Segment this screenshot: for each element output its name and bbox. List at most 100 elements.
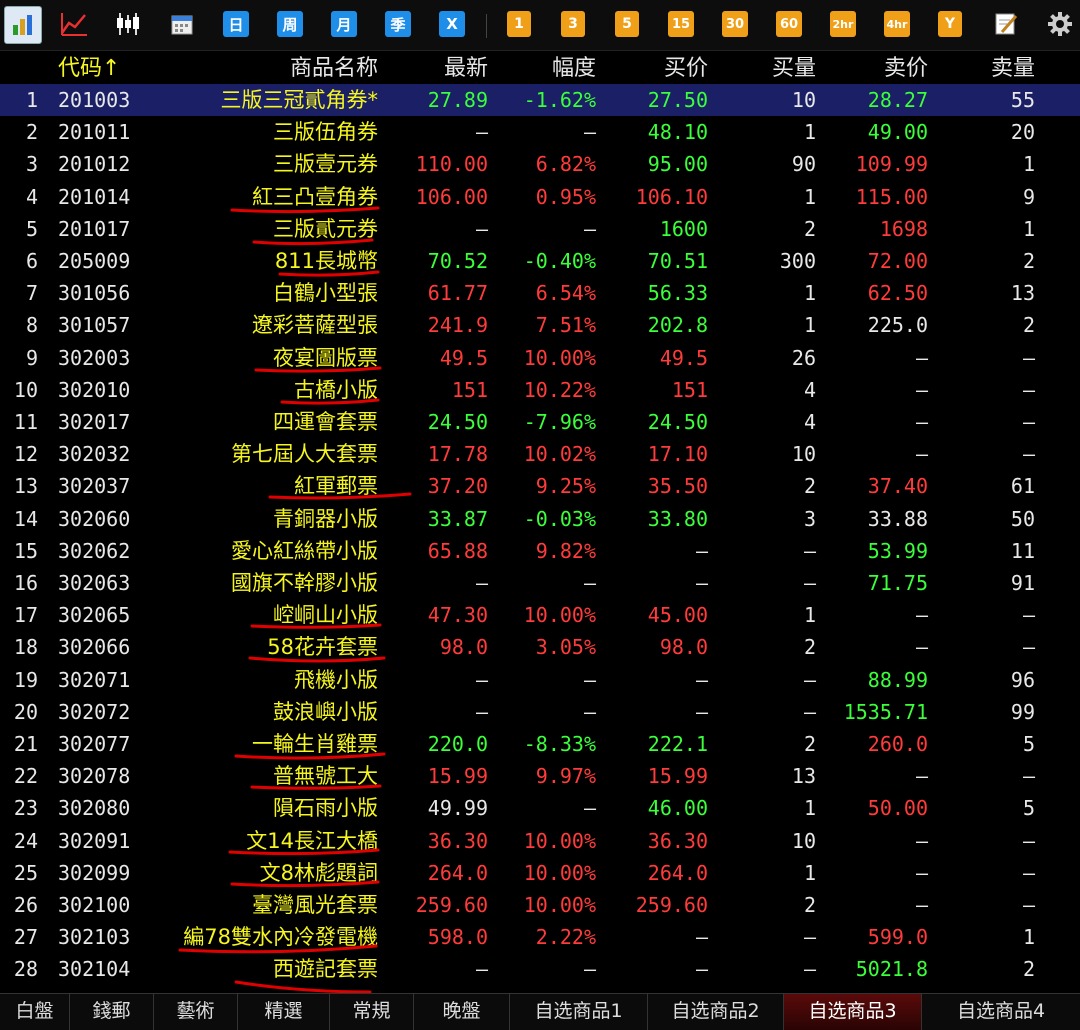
period-day-button[interactable]: 日 <box>223 11 249 37</box>
tab-watchlist-2[interactable]: 自选商品2 <box>648 994 784 1030</box>
ask-price: 71.75 <box>867 571 928 595</box>
minute-3-button[interactable]: 3 <box>561 11 585 37</box>
product-name: 臺灣風光套票 <box>252 893 378 917</box>
bid-volume: 2 <box>803 635 816 660</box>
table-row[interactable]: 28 302104 西遊記套票 — — — — 5021.8 2 <box>0 953 1080 985</box>
header-ask[interactable]: 卖价 <box>884 52 928 86</box>
table-row[interactable]: 6 205009 811長城幣 70.52 -0.40% 70.51 300 72.00 2 <box>0 245 1080 277</box>
ask-price: 28.27 <box>867 88 928 112</box>
product-code: 201014 <box>58 184 131 209</box>
table-row[interactable]: 2 201011 三版伍角券 — — 48.10 1 49.00 20 <box>0 116 1080 148</box>
table-row[interactable]: 11 302017 四運會套票 24.50 -7.96% 24.50 4 — — <box>0 406 1080 438</box>
table-row[interactable]: 23 302080 隕石雨小版 49.99 — 46.00 1 50.00 5 <box>0 792 1080 824</box>
hour-4-button[interactable]: 4hr <box>884 11 910 37</box>
ask-volume: — <box>1022 442 1035 467</box>
table-row[interactable]: 25 302099 文8林彪題詞 264.0 10.00% 264.0 1 — — <box>0 857 1080 889</box>
product-name: 飛機小版 <box>294 667 378 692</box>
table-row[interactable]: 7 301056 白鶴小型張 61.77 6.54% 56.33 1 62.50 13 <box>0 277 1080 309</box>
minute-30-button[interactable]: 30 <box>722 11 748 37</box>
table-row[interactable]: 15 302062 愛心紅絲帶小版 65.88 9.82% — — 53.99 11 <box>0 535 1080 567</box>
tab-selected[interactable]: 精選 <box>238 994 330 1030</box>
table-row[interactable]: 22 302078 普無號工大 15.99 9.97% 15.99 13 — — <box>0 760 1080 792</box>
table-row[interactable]: 13 302037 紅軍郵票 37.20 9.25% 35.50 2 37.40 61 <box>0 470 1080 502</box>
bid-price: 95.00 <box>647 152 708 177</box>
table-row[interactable]: 24 302091 文14長江大橋 36.30 10.00% 36.30 10 — — <box>0 825 1080 857</box>
last-price: 36.30 <box>427 828 488 853</box>
candlestick-icon[interactable] <box>112 11 144 37</box>
table-row[interactable]: 4 201014 紅三凸壹角券 106.00 0.95% 106.10 1 115.00 9 <box>0 181 1080 213</box>
bid-price: — <box>695 667 708 692</box>
minute-60-button[interactable]: 60 <box>776 11 802 37</box>
period-month-button[interactable]: 月 <box>331 11 357 37</box>
bid-volume: — <box>803 571 816 595</box>
ask-volume: 9 <box>1022 184 1035 209</box>
minute-5-button[interactable]: 5 <box>615 11 639 37</box>
row-index: 17 <box>13 603 38 628</box>
header-change-pct[interactable]: 幅度 <box>552 52 596 86</box>
table-row[interactable]: 16 302063 國旗不幹膠小版 — — — — 71.75 91 <box>0 567 1080 599</box>
header-name[interactable]: 商品名称 <box>290 52 378 86</box>
tab-watchlist-4[interactable]: 自选商品4 <box>922 994 1080 1030</box>
tab-day-board[interactable]: 白盤 <box>0 994 70 1030</box>
minute-1-button[interactable]: 1 <box>507 11 531 37</box>
last-price: 15.99 <box>427 764 488 789</box>
period-x-button[interactable]: X <box>439 11 465 37</box>
change-percent: -0.03% <box>523 506 596 531</box>
table-row[interactable]: 26 302100 臺灣風光套票 259.60 10.00% 259.60 2 — — <box>0 889 1080 921</box>
tab-regular[interactable]: 常規 <box>330 994 414 1030</box>
table-row[interactable]: 17 302065 崆峒山小版 47.30 10.00% 45.00 1 — — <box>0 599 1080 631</box>
bid-price: 35.50 <box>647 474 708 499</box>
table-row[interactable]: 20 302072 鼓浪嶼小版 — — — — 1535.71 99 <box>0 696 1080 728</box>
bid-price: 46.00 <box>647 796 708 821</box>
ask-price: 62.50 <box>867 281 928 306</box>
row-index: 19 <box>13 667 38 692</box>
ask-volume: 1 <box>1022 216 1035 241</box>
calendar-icon[interactable] <box>168 11 196 37</box>
product-code: 302080 <box>58 796 131 821</box>
hour-2-button[interactable]: 2hr <box>830 11 856 37</box>
gear-icon[interactable] <box>1046 11 1074 37</box>
table-row[interactable]: 27 302103 編78雙水內冷發電機 598.0 2.22% — — 599.0 1 <box>0 921 1080 953</box>
product-name: 四運會套票 <box>273 410 378 434</box>
minute-15-button[interactable]: 15 <box>668 11 694 37</box>
header-ask-volume[interactable]: 卖量 <box>991 52 1035 86</box>
table-row[interactable]: 19 302071 飛機小版 — — — — 88.99 96 <box>0 664 1080 696</box>
header-bid-volume[interactable]: 买量 <box>772 52 816 86</box>
bid-volume: 1 <box>803 120 816 145</box>
bid-price: 27.50 <box>647 88 708 112</box>
bid-volume: — <box>803 667 816 692</box>
bid-volume: 2 <box>803 893 816 917</box>
change-percent: — <box>583 667 596 692</box>
table-row[interactable]: 8 301057 遼彩菩薩型張 241.9 7.51% 202.8 1 225.0 2 <box>0 309 1080 341</box>
last-price: 65.88 <box>427 538 488 563</box>
last-price: 241.9 <box>427 313 488 338</box>
table-row[interactable]: 12 302032 第七屆人大套票 17.78 10.02% 17.10 10 — — <box>0 438 1080 470</box>
table-row[interactable]: 10 302010 古橋小版 151 10.22% 151 4 — — <box>0 374 1080 406</box>
ask-price: — <box>915 893 928 917</box>
ask-price: 37.40 <box>867 474 928 499</box>
header-last[interactable]: 最新 <box>444 52 488 86</box>
edit-icon[interactable] <box>992 11 1020 37</box>
product-code: 302078 <box>58 764 131 789</box>
period-week-button[interactable]: 周 <box>277 11 303 37</box>
tab-art[interactable]: 藝術 <box>154 994 238 1030</box>
table-row-selected[interactable]: 1 201003 三版三冠貳角券* 27.89 -1.62% 27.50 10 28.27 55 <box>0 84 1080 116</box>
table-row[interactable]: 21 302077 一輪生肖雞票 220.0 -8.33% 222.1 2 260.0 5 <box>0 728 1080 760</box>
table-row[interactable]: 18 302066 58花卉套票 98.0 3.05% 98.0 2 — — <box>0 631 1080 663</box>
period-quarter-button[interactable]: 季 <box>385 11 411 37</box>
tab-evening-board[interactable]: 晚盤 <box>414 994 510 1030</box>
table-row[interactable]: 14 302060 青銅器小版 33.87 -0.03% 33.80 3 33.88 50 <box>0 503 1080 535</box>
ask-volume: 2 <box>1022 313 1035 338</box>
year-button[interactable]: Y <box>938 11 962 37</box>
tab-watchlist-1[interactable]: 自选商品1 <box>510 994 648 1030</box>
tab-coin-stamp[interactable]: 錢郵 <box>70 994 154 1030</box>
bar-chart-icon[interactable] <box>4 6 42 44</box>
bid-price: 24.50 <box>647 410 708 434</box>
table-row[interactable]: 5 201017 三版貳元券 — — 1600 2 1698 1 <box>0 213 1080 245</box>
header-code-sort[interactable]: 代码↑ <box>58 52 120 86</box>
tab-watchlist-3[interactable]: 自选商品3 <box>784 994 922 1030</box>
table-row[interactable]: 3 201012 三版壹元券 110.00 6.82% 95.00 90 109.99 1 <box>0 148 1080 180</box>
line-chart-icon[interactable] <box>58 11 90 37</box>
table-row[interactable]: 9 302003 夜宴圖版票 49.5 10.00% 49.5 26 — — <box>0 342 1080 374</box>
header-bid[interactable]: 买价 <box>664 52 708 86</box>
